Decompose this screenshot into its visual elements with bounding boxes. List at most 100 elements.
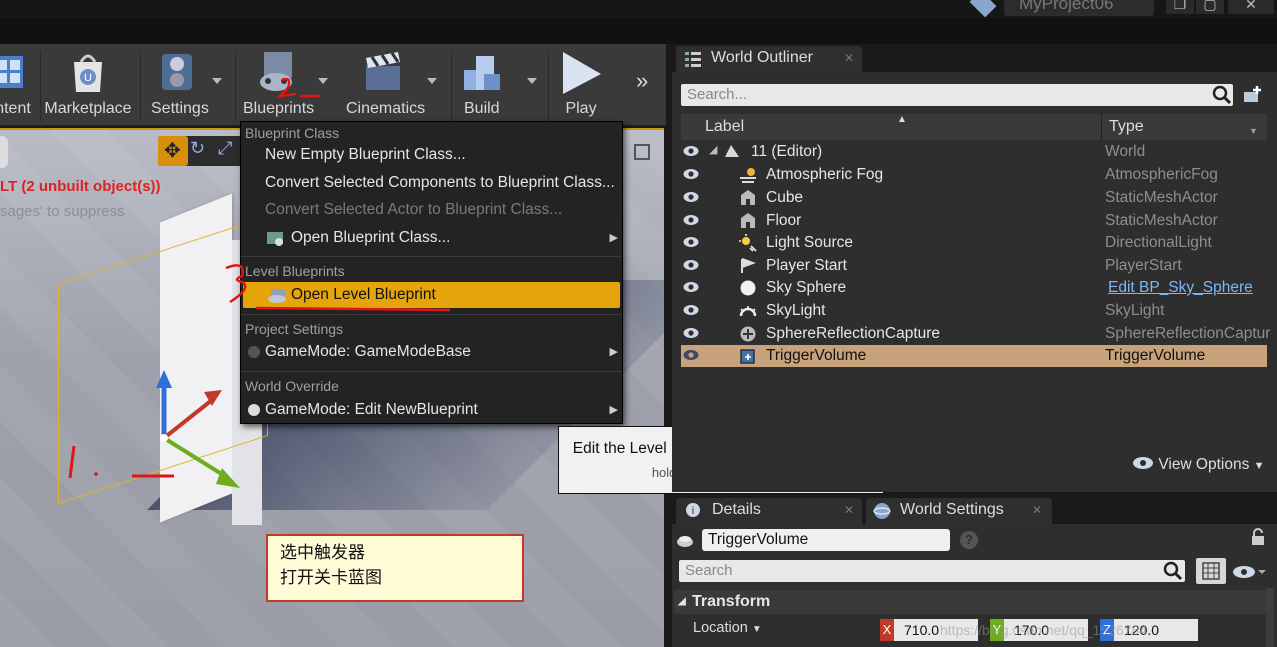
open-blueprint-class-item[interactable]: Open Blueprint Class... ▶: [243, 225, 620, 251]
outliner-row-trigger-volume[interactable]: TriggerVolume TriggerVolume: [681, 345, 1267, 367]
location-dropdown-arrow-icon: ▼: [751, 624, 762, 635]
world-gamemode-item[interactable]: GameMode: Edit NewBlueprint ▶: [243, 397, 620, 423]
viewport-maximize-icon[interactable]: [634, 144, 650, 160]
view-options-button[interactable]: View Options ▼: [1132, 456, 1265, 474]
visibility-eye-icon[interactable]: [683, 236, 699, 248]
transform-section-header[interactable]: ◢ Transform: [674, 590, 1268, 614]
world-icon: [725, 145, 739, 157]
column-dropdown-icon[interactable]: ▼: [1249, 126, 1258, 136]
marketplace-label: Marketplace: [44, 100, 132, 117]
content-button[interactable]: ntent: [0, 48, 38, 122]
maximize-button[interactable]: ▢: [1196, 0, 1224, 14]
new-empty-blueprint-item[interactable]: New Empty Blueprint Class...: [243, 142, 620, 168]
tab-world-outliner-label: World Outliner: [711, 49, 813, 66]
axis-x-badge: X: [880, 619, 894, 641]
visibility-eye-icon[interactable]: [683, 214, 699, 226]
outliner-row-world[interactable]: ◢ 11 (Editor) World: [681, 141, 1267, 163]
build-dropdown-arrow[interactable]: [527, 78, 537, 84]
details-search-icon[interactable]: [1162, 561, 1184, 581]
outliner-row-cube[interactable]: Cube StaticMeshActor: [681, 187, 1267, 209]
row-type: DirectionalLight: [1105, 234, 1212, 251]
property-matrix-button[interactable]: [1196, 558, 1226, 584]
details-view-eye-icon[interactable]: [1232, 564, 1266, 580]
cinematics-label: Cinematics: [346, 100, 426, 117]
scale-icon: ⤢: [218, 138, 233, 158]
visibility-eye-icon[interactable]: [683, 168, 699, 180]
gamemode-dot-icon: [248, 404, 260, 416]
player-start-icon: [741, 258, 756, 273]
visibility-eye-icon[interactable]: [683, 304, 699, 316]
annotation-mark-2: [276, 78, 320, 98]
toolbar-divider: [40, 50, 41, 122]
viewport-options-button[interactable]: [0, 136, 8, 168]
build-label: Build: [464, 100, 500, 117]
submenu-arrow-icon: ▶: [609, 232, 618, 244]
settings-dropdown-arrow[interactable]: [212, 78, 222, 84]
convert-components-item[interactable]: Convert Selected Components to Blueprint…: [243, 170, 620, 196]
play-label: Play: [565, 100, 597, 117]
lock-icon[interactable]: [1250, 528, 1266, 546]
settings-button[interactable]: Settings: [146, 48, 222, 122]
outliner-row-light-source[interactable]: Light Source DirectionalLight: [681, 232, 1267, 254]
world-settings-icon: [873, 503, 891, 519]
actor-name-input[interactable]: TriggerVolume: [702, 529, 950, 551]
open-blueprint-class-label: Open Blueprint Class...: [291, 229, 451, 246]
column-splitter[interactable]: [1101, 114, 1102, 140]
expand-arrow-icon[interactable]: ◢: [709, 143, 717, 156]
rotate-icon: ↻: [190, 138, 206, 158]
outliner-row-atmospheric-fog[interactable]: Atmospheric Fog AtmosphericFog: [681, 164, 1267, 186]
rotate-tool-button[interactable]: ↻: [190, 138, 216, 164]
cinematics-button[interactable]: Cinematics: [344, 48, 444, 122]
project-tab[interactable]: MyProject06: [1004, 0, 1154, 16]
project-gamemode-label: GameMode: GameModeBase: [265, 343, 471, 360]
visibility-eye-icon[interactable]: [683, 349, 699, 361]
translate-tool-button[interactable]: ✥: [158, 136, 188, 166]
cinematics-dropdown-arrow[interactable]: [427, 78, 437, 84]
details-search-input[interactable]: Search: [679, 560, 1185, 582]
outliner-search-icon[interactable]: [1210, 84, 1234, 106]
add-folder-icon[interactable]: [1242, 84, 1264, 106]
project-gamemode-item[interactable]: GameMode: GameModeBase ▶: [243, 339, 620, 365]
column-type-header[interactable]: Type: [1109, 118, 1144, 136]
row-type: StaticMeshActor: [1105, 189, 1218, 206]
row-label: SkyLight: [766, 302, 826, 319]
outliner-row-player-start[interactable]: Player Start PlayerStart: [681, 255, 1267, 277]
toolbar-overflow-chevron-icon[interactable]: »: [636, 68, 648, 94]
tab-close-icon[interactable]: ✕: [844, 51, 854, 65]
row-label: Light Source: [766, 234, 854, 251]
marketplace-button[interactable]: U Marketplace: [44, 48, 132, 122]
fog-icon: [740, 168, 756, 183]
visibility-eye-icon[interactable]: [683, 191, 699, 203]
actor-icon: [677, 536, 693, 547]
build-button[interactable]: Build: [456, 48, 542, 122]
tab-world-outliner[interactable]: World Outliner ✕: [676, 46, 862, 72]
visibility-eye-icon[interactable]: [683, 259, 699, 271]
directional-light-icon: [739, 234, 757, 252]
visibility-eye-icon[interactable]: [683, 327, 699, 339]
visibility-eye-icon[interactable]: [683, 145, 699, 157]
tab-world-settings[interactable]: World Settings ✕: [866, 498, 1052, 524]
outliner-row-sphere-reflection-capture[interactable]: SphereReflectionCapture SphereReflection…: [681, 323, 1270, 345]
close-button[interactable]: ✕: [1228, 0, 1274, 14]
restore-button[interactable]: ❐: [1166, 0, 1194, 14]
tab-details[interactable]: i Details ✕: [676, 498, 862, 524]
view-options-label: View Options: [1158, 456, 1250, 473]
column-label-header[interactable]: Label: [705, 118, 744, 136]
outliner-row-sky-sphere[interactable]: Sky Sphere Edit BP_Sky_Sphere: [681, 277, 1267, 299]
play-button[interactable]: Play: [556, 48, 606, 122]
visibility-eye-icon[interactable]: [683, 281, 699, 293]
details-icon: i: [686, 503, 700, 517]
outliner-search-input[interactable]: Search...: [681, 84, 1233, 106]
outliner-row-skylight[interactable]: SkyLight SkyLight: [681, 300, 1267, 322]
content-icon: [0, 56, 23, 88]
watermark: https://blog.csdn.net/qq_1526784: [940, 622, 1148, 638]
tab-close-icon[interactable]: ✕: [844, 503, 854, 517]
sort-up-icon[interactable]: ▲: [897, 114, 907, 125]
outliner-row-floor[interactable]: Floor StaticMeshActor: [681, 210, 1267, 232]
edit-blueprint-link[interactable]: Edit BP_Sky_Sphere: [1108, 279, 1253, 297]
details-scrollbar[interactable]: [1266, 588, 1274, 647]
help-icon[interactable]: ?: [960, 531, 978, 549]
tab-close-icon[interactable]: ✕: [1032, 503, 1042, 517]
location-dropdown[interactable]: Location ▼: [693, 620, 762, 636]
row-type: PlayerStart: [1105, 257, 1182, 274]
